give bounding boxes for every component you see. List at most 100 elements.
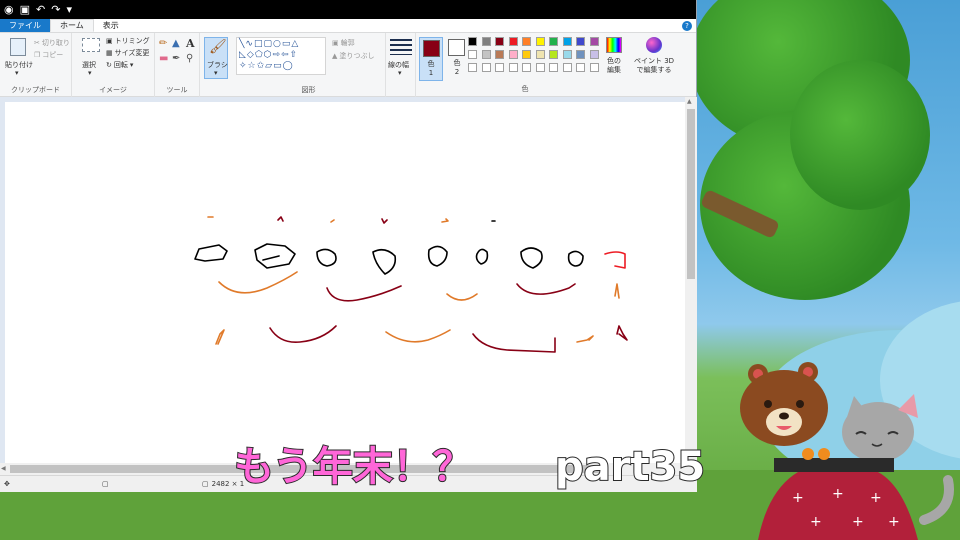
palette-swatch[interactable]	[508, 50, 518, 59]
stroke-smile	[269, 325, 337, 344]
cut-button[interactable]: ✂ 切り取り	[34, 38, 70, 48]
line-width-dropdown-icon[interactable]: ▾	[398, 69, 402, 77]
palette-swatch[interactable]	[589, 63, 599, 72]
help-button[interactable]: ?	[682, 21, 692, 31]
scroll-left-icon[interactable]: ◀	[1, 465, 6, 472]
select-icon[interactable]	[82, 38, 100, 52]
palette-swatch[interactable]	[495, 37, 504, 46]
crop-button[interactable]: ▣ トリミング	[106, 36, 150, 46]
rotate-button[interactable]: ↻ 回転 ▾	[106, 60, 133, 70]
kotatsu-top	[774, 458, 894, 472]
rotate-label: 回転	[113, 61, 128, 69]
stroke-mark	[616, 325, 628, 341]
palette-swatch[interactable]	[535, 37, 545, 46]
color-picker-icon[interactable]: ✒	[172, 53, 180, 64]
crop-label: トリミング	[114, 37, 150, 45]
palette-swatch[interactable]	[562, 63, 572, 72]
edit-colors-button[interactable]: 色の 編集	[606, 37, 622, 75]
text-icon[interactable]: A	[186, 37, 195, 50]
copy-button[interactable]: ❐ コピー	[34, 50, 63, 60]
tab-view[interactable]: 表示	[94, 19, 128, 32]
edit-colors-label: 色の 編集	[607, 57, 621, 74]
palette-swatch[interactable]	[481, 50, 491, 59]
palette-swatch[interactable]	[535, 63, 545, 72]
palette-swatch[interactable]	[481, 37, 491, 46]
palette-swatch[interactable]	[495, 50, 504, 59]
select-dropdown-icon[interactable]: ▾	[88, 69, 92, 77]
pencil-icon[interactable]: ✏	[159, 38, 167, 49]
palette-swatch[interactable]	[508, 37, 518, 46]
colors-group-label: 色	[521, 85, 529, 93]
palette-swatch[interactable]	[549, 50, 558, 59]
stroke-eye	[194, 244, 228, 262]
redo-icon[interactable]: ↷	[51, 4, 60, 15]
stroke-mark	[277, 216, 284, 222]
stroke-smile	[385, 329, 451, 343]
customize-toolbar-icon[interactable]: ▾	[66, 4, 72, 15]
stroke-smile	[446, 293, 478, 301]
drawing-canvas[interactable]	[5, 102, 685, 463]
outline-label: 輪郭	[340, 39, 355, 47]
palette-swatch[interactable]	[549, 37, 558, 46]
palette-swatch[interactable]	[576, 63, 585, 72]
palette-swatch[interactable]	[508, 63, 518, 72]
canvas-drawing	[194, 216, 628, 353]
stroke-mark	[441, 218, 449, 223]
svg-text:+: +	[832, 486, 844, 502]
resize-button[interactable]: ▦ サイズ変更	[106, 48, 149, 58]
cat-tail	[919, 475, 954, 525]
line-width-icon[interactable]	[390, 39, 412, 55]
vertical-scroll-thumb[interactable]	[687, 109, 695, 279]
palette-swatch[interactable]	[522, 37, 531, 46]
palette-swatch[interactable]	[576, 50, 585, 59]
palette-swatch[interactable]	[468, 63, 477, 72]
palette-swatch[interactable]	[468, 37, 477, 46]
shapes-gallery[interactable]: ╲∿□▢○▭△ ◺◇⬠⬡⇨⇦⇧ ✧☆✩▱▭◯	[236, 37, 326, 75]
edit-with-paint3d-button[interactable]: ペイント 3D で編集する	[634, 37, 674, 75]
palette-swatch[interactable]	[576, 37, 585, 46]
tab-file[interactable]: ファイル	[0, 19, 50, 32]
fill-bucket-icon[interactable]: ▲	[172, 38, 180, 49]
stroke-eye	[427, 245, 448, 267]
palette-swatch[interactable]	[535, 50, 545, 59]
canvas-size-icon: ▢	[202, 480, 209, 488]
paste-icon[interactable]	[10, 38, 26, 56]
selection-icon: ▢	[102, 480, 109, 488]
palette-swatch[interactable]	[562, 37, 572, 46]
palette-swatch[interactable]	[495, 63, 504, 72]
shape-icons: ◺◇⬠⬡⇨⇦⇧	[239, 50, 299, 60]
palette-swatch[interactable]	[562, 50, 572, 59]
color1-button[interactable]: 色1	[419, 37, 443, 81]
brushes-button[interactable]: 🖌 ブラシ ▾	[204, 37, 228, 79]
palette-swatch[interactable]	[589, 50, 599, 59]
bear-and-cat-illustration: + + + + + +	[740, 362, 954, 540]
caption-main: もう年末！？	[233, 443, 474, 491]
shape-icons: ✧☆✩▱▭◯	[239, 61, 294, 71]
palette-swatch[interactable]	[522, 63, 531, 72]
stroke-eye	[475, 248, 489, 265]
save-icon[interactable]: ▣	[20, 4, 30, 15]
shape-fill-button[interactable]: ▲ 塗りつぶし	[332, 51, 374, 61]
ribbon: 貼り付け ▾ ✂ 切り取り ❐ コピー クリップボード 選択 ▾ ▣ トリミング ▦ サ…	[0, 33, 696, 97]
palette-swatch[interactable]	[522, 50, 531, 59]
size-group: 線の幅 ▾	[386, 33, 416, 97]
paint-app-icon: ◉	[4, 3, 14, 16]
tab-home[interactable]: ホーム	[50, 19, 94, 32]
palette-swatch[interactable]	[481, 63, 491, 72]
magnifier-icon[interactable]: ⚲	[186, 53, 193, 64]
eraser-icon[interactable]: ▬	[159, 53, 168, 64]
undo-icon[interactable]: ↶	[36, 4, 45, 15]
palette-swatch[interactable]	[589, 37, 599, 46]
vertical-scrollbar[interactable]: ▲	[685, 97, 697, 463]
stroke-eye	[372, 248, 397, 275]
scroll-up-icon[interactable]: ▲	[687, 98, 692, 105]
copy-label: コピー	[42, 51, 64, 59]
paint-window: ◉ ▣ ↶ ↷ ▾ ファイル ホーム 表示 ? 貼り付け ▾ ✂ 切り取り ❐ コピ…	[0, 0, 697, 492]
shape-outline-button[interactable]: ▣ 輪郭	[332, 38, 355, 48]
palette-swatch[interactable]	[468, 50, 477, 59]
palette-swatch[interactable]	[549, 63, 558, 72]
paste-button[interactable]: 貼り付け	[5, 60, 33, 70]
color2-button[interactable]: 色2	[445, 37, 469, 81]
paste-dropdown-icon[interactable]: ▾	[15, 69, 19, 77]
stroke-eye	[520, 247, 543, 269]
